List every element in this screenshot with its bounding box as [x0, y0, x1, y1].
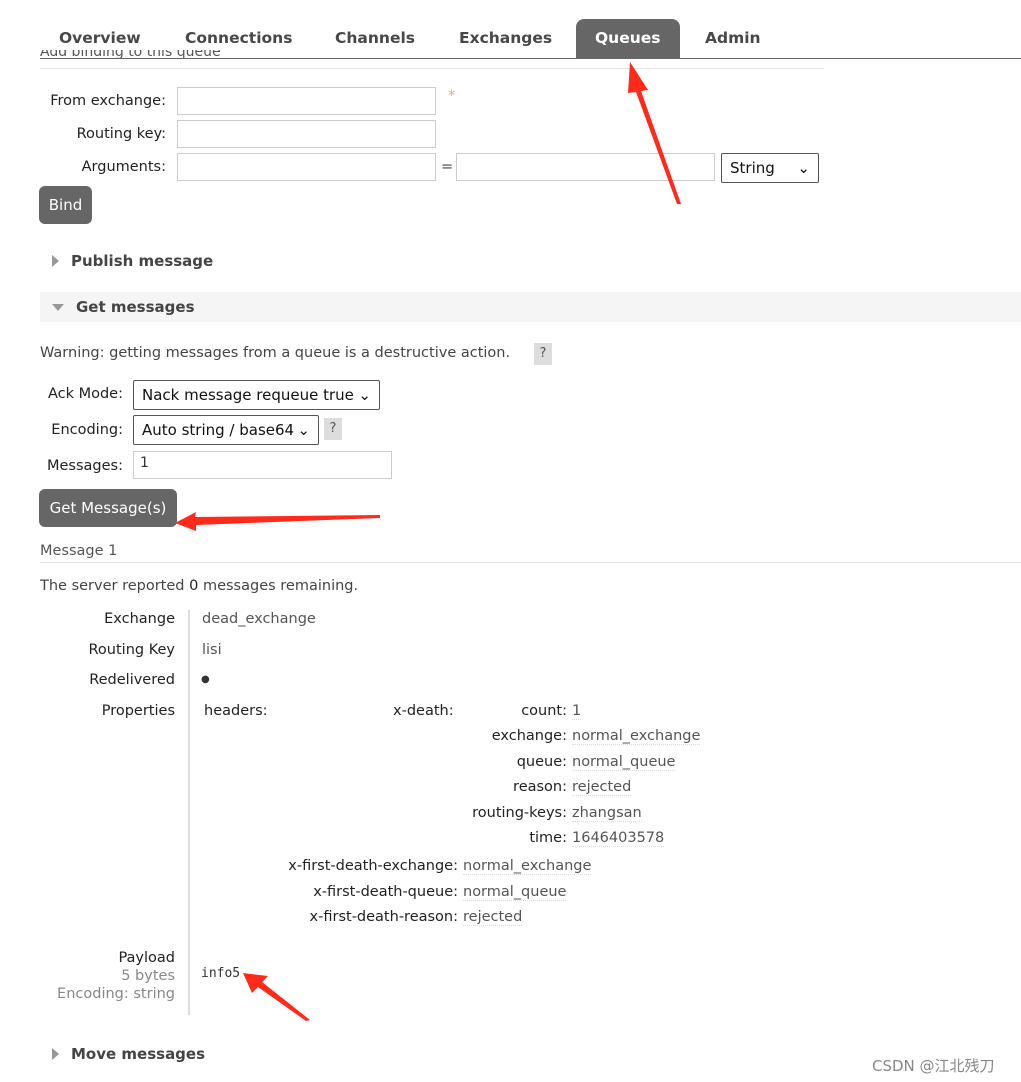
arrow-to-get-button — [175, 512, 380, 531]
arrow-to-payload — [243, 973, 310, 1021]
annotation-arrows — [175, 62, 681, 1021]
arrow-to-queues-tab — [628, 62, 681, 204]
